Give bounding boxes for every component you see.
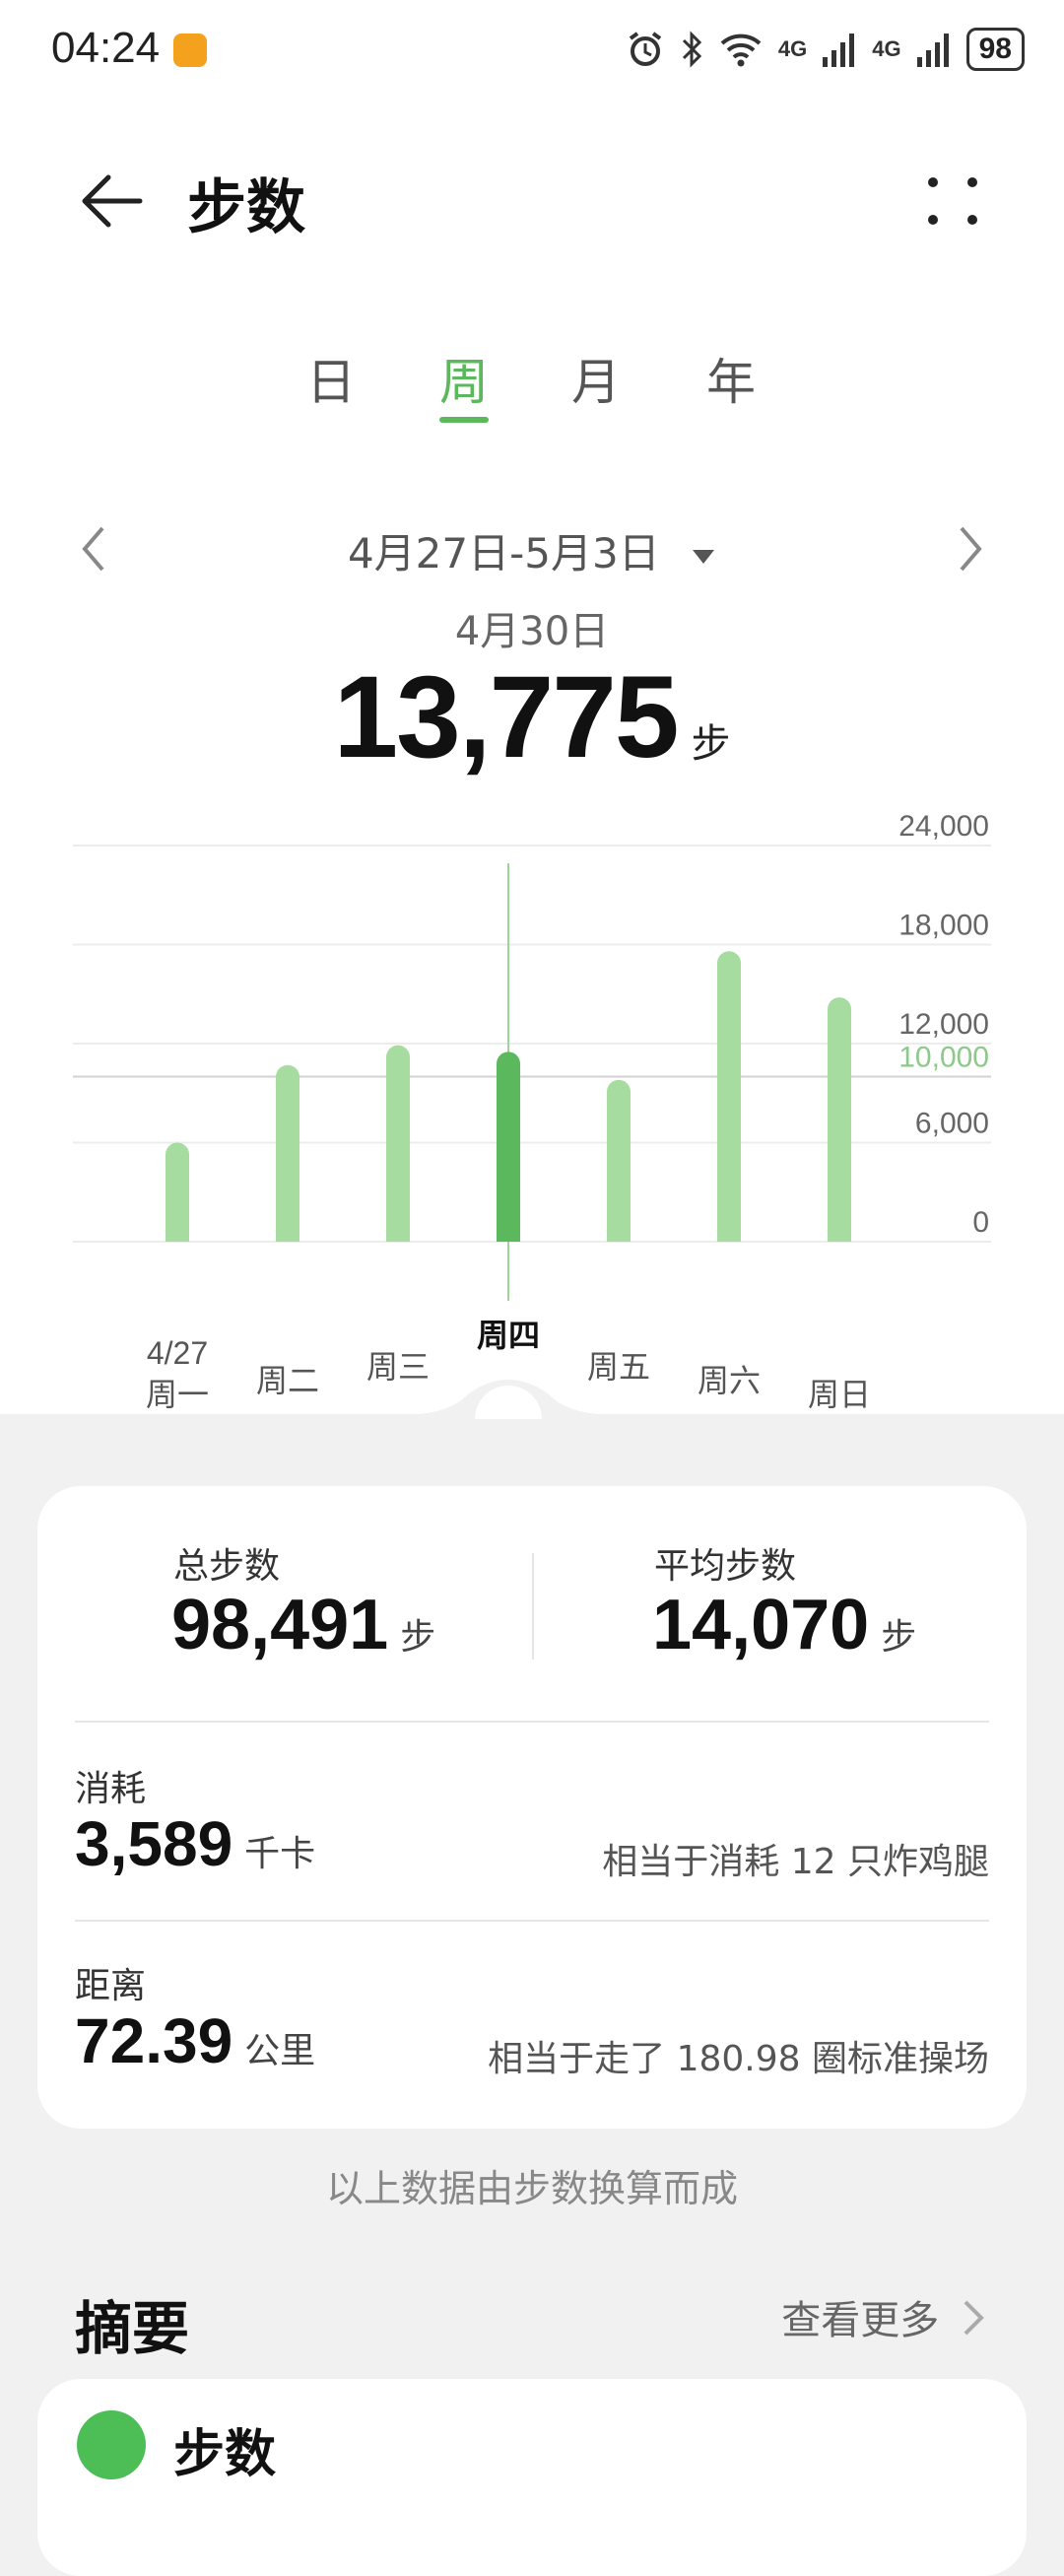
active-tab-indicator [439, 417, 489, 423]
tab-week[interactable]: 周 [415, 343, 513, 414]
x-label-5: 周六 [698, 1362, 761, 1399]
stats-divider [532, 1553, 534, 1660]
y-tick-label: 24,000 [898, 810, 989, 843]
signal-icon [823, 34, 855, 67]
tab-day[interactable]: 日 [282, 343, 380, 414]
app-notification-icon [173, 34, 207, 67]
distance: 72.39 公里 [75, 2004, 315, 2077]
alarm-icon [629, 32, 662, 66]
steps-summary-title: 步数 [173, 2425, 277, 2484]
x-label-4: 周五 [587, 1348, 650, 1386]
page-title: 步数 [187, 173, 305, 242]
chevron-right-icon [964, 2300, 984, 2336]
total-steps-label: 总步数 [173, 1546, 281, 1587]
bluetooth-icon [682, 31, 702, 68]
total-steps-value: 98,491 [171, 1586, 389, 1664]
avg-steps-unit: 步 [881, 1617, 917, 1658]
x-label-1: 周二 [256, 1362, 319, 1399]
bar-5 [717, 951, 741, 1242]
total-steps-unit: 步 [400, 1617, 436, 1658]
goal-label: 10,000 [898, 1042, 989, 1074]
date-range-selector[interactable]: 4月27日-5月3日 [0, 520, 1064, 580]
x-label-0: 周一 [146, 1376, 209, 1413]
bar-0 [166, 1142, 189, 1242]
calories: 3,589 千卡 [75, 1807, 315, 1880]
status-time: 04:24 [51, 24, 161, 72]
next-week-icon[interactable] [956, 524, 985, 574]
calories-value: 3,589 [75, 1808, 233, 1879]
distance-unit: 公里 [244, 2031, 316, 2071]
footprint-icon [77, 2410, 146, 2479]
more-options-icon[interactable] [924, 173, 981, 229]
wifi-icon [720, 34, 762, 67]
battery-indicator: 98 [965, 28, 1025, 71]
x-label-6: 周日 [808, 1376, 871, 1413]
x-label-2: 周三 [366, 1348, 430, 1386]
y-tick-label: 12,000 [898, 1008, 989, 1041]
back-arrow-icon[interactable] [79, 169, 144, 233]
see-more-link[interactable]: 查看更多 [781, 2288, 985, 2345]
status-icons: 4G 4G 98 [627, 28, 1025, 71]
date-range-label: 4月27日-5月3日 [347, 529, 660, 577]
weekly-steps-chart[interactable]: 24,000 18,000 12,000 6,000 0 10,000 周一 4/27 周二 周三… [0, 788, 1064, 1419]
row-divider-2 [75, 1920, 989, 1922]
selected-steps: 13,775 步 [0, 650, 1064, 784]
calories-label: 消耗 [75, 1769, 147, 1809]
distance-note: 相当于走了 180.98 圈标准操场 [488, 2039, 989, 2079]
stats-card: 总步数 98,491 步 平均步数 14,070 步 消耗 3,589 千卡 相当于消… [37, 1486, 1027, 2129]
bar-1 [276, 1064, 299, 1242]
network-type-1: 4G [777, 36, 808, 61]
tab-year[interactable]: 年 [682, 343, 780, 414]
network-type-2: 4G [872, 36, 901, 61]
x-date-label: 4/27 [147, 1335, 208, 1371]
avg-steps: 14,070 步 [652, 1585, 916, 1665]
y-tick-label: 0 [972, 1206, 989, 1239]
y-tick-label: 6,000 [915, 1108, 989, 1140]
total-steps: 98,491 步 [171, 1585, 435, 1665]
selected-date: 4月30日 [454, 609, 610, 654]
selected-steps-value: 13,775 [333, 652, 680, 782]
tab-month[interactable]: 月 [547, 343, 645, 414]
calories-note: 相当于消耗 12 只炸鸡腿 [602, 1842, 989, 1882]
distance-value: 72.39 [75, 2005, 233, 2076]
bar-4 [607, 1079, 631, 1242]
bar-3 [497, 1051, 520, 1242]
conversion-note: 以上数据由步数换算而成 [325, 2167, 738, 2210]
calories-unit: 千卡 [244, 1834, 316, 1874]
summary-title: 摘要 [75, 2295, 190, 2362]
selected-steps-unit: 步 [691, 721, 731, 767]
y-tick-label: 18,000 [898, 910, 989, 942]
see-more-label: 查看更多 [781, 2298, 940, 2343]
bar-6 [828, 997, 851, 1242]
bar-2 [386, 1045, 410, 1242]
row-divider [75, 1721, 989, 1723]
avg-steps-label: 平均步数 [654, 1546, 797, 1587]
distance-label: 距离 [75, 1966, 147, 2006]
dropdown-triangle-icon [693, 549, 715, 564]
signal-icon-2 [916, 34, 949, 67]
x-label-3: 周四 [477, 1317, 540, 1354]
avg-steps-value: 14,070 [652, 1586, 870, 1664]
